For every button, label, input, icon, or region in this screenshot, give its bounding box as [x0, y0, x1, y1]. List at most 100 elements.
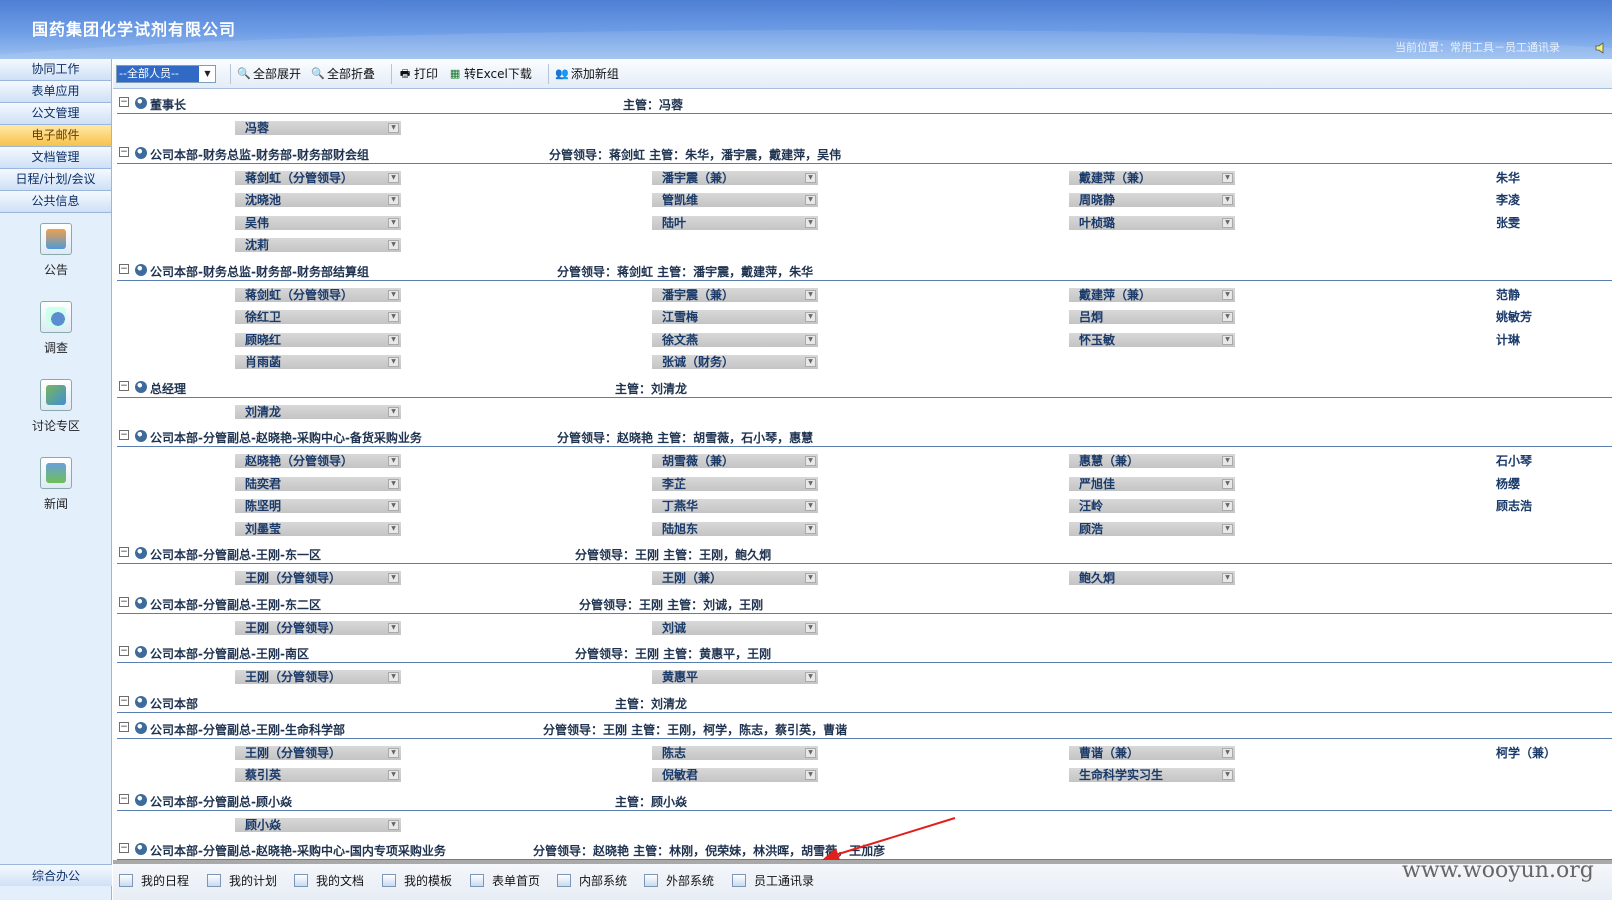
- expand-all-button[interactable]: 🔍 全部展开: [237, 65, 301, 82]
- dropdown-icon[interactable]: ▼: [1222, 573, 1233, 583]
- sidebar-item-3[interactable]: 电子邮件: [0, 125, 111, 147]
- staff-member[interactable]: 陈坚明 ▼: [235, 499, 401, 513]
- staff-member[interactable]: 严旭佳 ▼: [1069, 476, 1235, 491]
- shortcut-news[interactable]: 新闻: [0, 457, 112, 531]
- staff-member[interactable]: 王刚（分管领导） ▼: [235, 620, 401, 635]
- staff-member[interactable]: 戴建萍（兼） ▼: [1069, 170, 1235, 185]
- staff-member[interactable]: 计琳: [1486, 333, 1612, 347]
- staff-member[interactable]: 杨缨: [1486, 477, 1612, 491]
- dropdown-icon[interactable]: ▼: [805, 622, 816, 633]
- sidebar-item-general-office[interactable]: 综合办公: [0, 864, 112, 886]
- collapse-toggle-icon[interactable]: −: [119, 430, 129, 440]
- dropdown-icon[interactable]: ▼: [805, 334, 816, 345]
- staff-member[interactable]: 顾志浩: [1486, 499, 1612, 513]
- dropdown-icon[interactable]: ▼: [1222, 747, 1233, 758]
- sidebar-item-5[interactable]: 日程/计划/会议: [0, 169, 111, 191]
- group-name[interactable]: 公司本部-分管副总-王刚-东一区: [150, 546, 321, 563]
- group-name[interactable]: 公司本部-分管副总-赵晓艳-采购中心-备货采购业务: [150, 429, 422, 446]
- dropdown-icon[interactable]: ▼: [1222, 523, 1233, 534]
- dropdown-icon[interactable]: ▼: [388, 357, 399, 367]
- dropdown-icon[interactable]: ▼: [388, 456, 399, 466]
- dropdown-icon[interactable]: ▼: [388, 747, 399, 758]
- dropdown-icon[interactable]: ▼: [388, 523, 399, 534]
- group-name[interactable]: 董事长: [150, 96, 186, 113]
- group-name[interactable]: 公司本部-分管副总-顾小焱: [150, 793, 292, 810]
- dropdown-icon[interactable]: ▼: [1222, 456, 1233, 466]
- chevron-down-icon[interactable]: ▼: [200, 65, 215, 82]
- staff-member[interactable]: 顾晓红 ▼: [235, 332, 401, 347]
- add-group-button[interactable]: 👥 添加新组: [555, 65, 619, 82]
- staff-member[interactable]: 李凌: [1486, 193, 1612, 207]
- dropdown-icon[interactable]: ▼: [388, 501, 399, 511]
- quick-link-0[interactable]: 我的日程: [119, 872, 189, 889]
- staff-member[interactable]: 肖雨菡 ▼: [235, 355, 401, 369]
- quick-link-2[interactable]: 我的文档: [294, 872, 364, 889]
- staff-filter-select[interactable]: --全部人员-- ▼: [116, 64, 216, 83]
- staff-member[interactable]: 陆叶 ▼: [652, 215, 818, 230]
- dropdown-icon[interactable]: ▼: [388, 334, 399, 345]
- excel-download-button[interactable]: ▦ 转Excel下载: [448, 65, 532, 82]
- staff-member[interactable]: 吴伟 ▼: [235, 215, 401, 230]
- staff-member[interactable]: 江雪梅 ▼: [652, 310, 818, 324]
- dropdown-icon[interactable]: ▼: [388, 770, 399, 780]
- dropdown-icon[interactable]: ▼: [1222, 217, 1233, 228]
- dropdown-icon[interactable]: ▼: [805, 501, 816, 511]
- speaker-icon[interactable]: [1594, 41, 1608, 55]
- dropdown-icon[interactable]: ▼: [805, 195, 816, 205]
- staff-member[interactable]: 张诚（财务） ▼: [652, 355, 818, 369]
- collapse-toggle-icon[interactable]: −: [119, 721, 129, 732]
- dropdown-icon[interactable]: ▼: [388, 622, 399, 633]
- staff-member[interactable]: 王刚（分管领导） ▼: [235, 670, 401, 684]
- quick-link-1[interactable]: 我的计划: [207, 872, 277, 889]
- staff-member[interactable]: 刘诚 ▼: [652, 620, 818, 635]
- dropdown-icon[interactable]: ▼: [388, 195, 399, 205]
- staff-member[interactable]: 王刚（分管领导） ▼: [235, 745, 401, 760]
- staff-member[interactable]: 石小琴: [1486, 454, 1612, 468]
- dropdown-icon[interactable]: ▼: [388, 172, 399, 183]
- dropdown-icon[interactable]: ▼: [805, 672, 816, 682]
- shortcut-notice[interactable]: 公告: [0, 223, 112, 297]
- sidebar-item-1[interactable]: 表单应用: [0, 81, 111, 103]
- staff-member[interactable]: 姚敏芳: [1486, 310, 1612, 324]
- staff-member[interactable]: 周晓静 ▼: [1069, 193, 1235, 207]
- quick-link-6[interactable]: 外部系统: [644, 872, 714, 889]
- sidebar-item-0[interactable]: 协同工作: [0, 59, 111, 81]
- staff-member[interactable]: 刘墨莹 ▼: [235, 521, 401, 536]
- staff-member[interactable]: 王刚（兼） ▼: [652, 571, 818, 585]
- staff-member[interactable]: 丁燕华 ▼: [652, 499, 818, 513]
- collapse-toggle-icon[interactable]: −: [119, 263, 129, 274]
- staff-member[interactable]: 陆旭东 ▼: [652, 521, 818, 536]
- dropdown-icon[interactable]: ▼: [805, 747, 816, 758]
- staff-member[interactable]: 惠慧（兼） ▼: [1069, 454, 1235, 468]
- dropdown-icon[interactable]: ▼: [805, 217, 816, 228]
- group-name[interactable]: 公司本部-财务总监-财务部-财务部财会组: [150, 146, 369, 163]
- staff-member[interactable]: 顾小焱 ▼: [235, 817, 401, 832]
- dropdown-icon[interactable]: ▼: [388, 478, 399, 489]
- staff-member[interactable]: 潘宇震（兼） ▼: [652, 287, 818, 302]
- dropdown-icon[interactable]: ▼: [388, 123, 399, 133]
- staff-member[interactable]: 赵晓艳（分管领导） ▼: [235, 454, 401, 468]
- quick-link-5[interactable]: 内部系统: [557, 872, 627, 889]
- staff-member[interactable]: 胡雪薇（兼） ▼: [652, 454, 818, 468]
- staff-member[interactable]: 倪敏君 ▼: [652, 768, 818, 782]
- dropdown-icon[interactable]: ▼: [805, 523, 816, 534]
- staff-member[interactable]: 徐红卫 ▼: [235, 310, 401, 324]
- staff-member[interactable]: 蒋剑虹（分管领导） ▼: [235, 287, 401, 302]
- sidebar-item-6[interactable]: 公共信息: [0, 191, 111, 213]
- group-name[interactable]: 公司本部-分管副总-王刚-南区: [150, 645, 309, 662]
- staff-member[interactable]: 曹谐（兼） ▼: [1069, 745, 1235, 760]
- staff-member[interactable]: 冯蓉 ▼: [235, 121, 401, 135]
- sidebar-item-4[interactable]: 文档管理: [0, 147, 111, 169]
- collapse-toggle-icon[interactable]: −: [119, 793, 129, 804]
- dropdown-icon[interactable]: ▼: [805, 573, 816, 583]
- staff-member[interactable]: 蒋剑虹（分管领导） ▼: [235, 170, 401, 185]
- group-name[interactable]: 总经理: [150, 380, 186, 397]
- dropdown-icon[interactable]: ▼: [388, 819, 399, 830]
- group-name[interactable]: 公司本部: [150, 695, 198, 712]
- dropdown-icon[interactable]: ▼: [388, 217, 399, 228]
- print-button[interactable]: 🖶 打印: [398, 65, 438, 82]
- collapse-toggle-icon[interactable]: −: [119, 97, 129, 107]
- collapse-toggle-icon[interactable]: −: [119, 646, 129, 656]
- dropdown-icon[interactable]: ▼: [805, 770, 816, 780]
- staff-member[interactable]: 刘清龙 ▼: [235, 404, 401, 419]
